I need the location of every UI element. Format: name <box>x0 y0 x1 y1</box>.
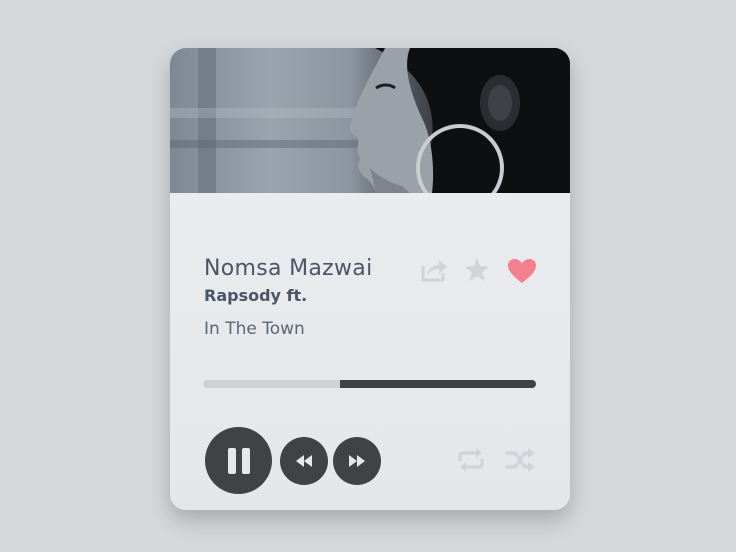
track-album: In The Town <box>204 319 305 339</box>
track-artist: Rapsody ft. <box>204 286 308 305</box>
track-title: Nomsa Mazwai <box>204 256 373 281</box>
progress-bar[interactable] <box>204 380 536 388</box>
music-player-card: Nomsa Mazwai Rapsody ft. In The Town <box>170 48 570 510</box>
rewind-button[interactable] <box>280 437 328 485</box>
cover-portrait-graphic <box>170 48 570 193</box>
star-icon[interactable] <box>464 257 490 283</box>
progress-played <box>204 380 341 388</box>
repeat-icon[interactable] <box>455 446 487 474</box>
album-cover-image <box>170 48 570 193</box>
pause-icon <box>227 447 250 474</box>
fast-forward-icon <box>349 455 365 467</box>
pause-button[interactable] <box>205 427 272 494</box>
rewind-icon <box>296 455 312 467</box>
share-icon[interactable] <box>420 258 448 282</box>
heart-icon[interactable] <box>507 258 537 284</box>
shuffle-icon[interactable] <box>505 446 537 474</box>
fast-forward-button[interactable] <box>333 437 381 485</box>
